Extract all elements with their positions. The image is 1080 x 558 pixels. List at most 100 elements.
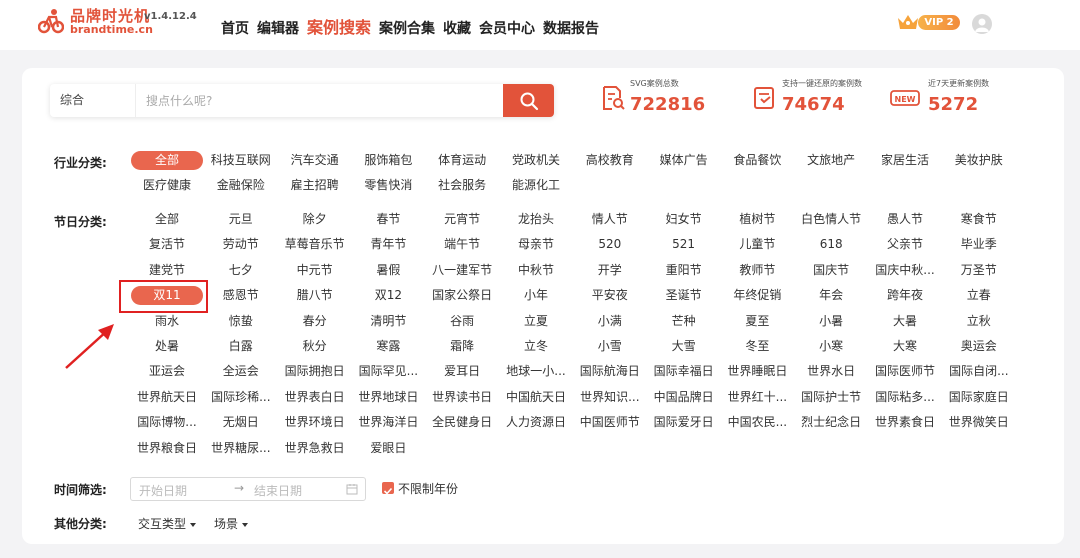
festival-tag[interactable]: 烈士纪念日 [795,413,867,432]
festival-tag[interactable]: 国际自闭... [943,362,1015,381]
festival-tag[interactable]: 愚人节 [869,210,941,229]
festival-tag[interactable]: 春节 [352,210,424,229]
festival-tag[interactable]: 世界微笑日 [943,413,1015,432]
nav-case-search[interactable]: 案例搜索 [307,14,371,38]
festival-tag[interactable]: 国际医师节 [869,362,941,381]
festival-tag[interactable]: 中国农民... [721,413,793,432]
festival-tag[interactable]: 父亲节 [869,235,941,254]
festival-tag[interactable]: 中秋节 [500,261,572,280]
festival-tag[interactable]: 春分 [279,312,351,331]
festival-tag[interactable]: 大雪 [648,337,720,356]
festival-tag[interactable]: 世界知识... [574,388,646,407]
festival-tag[interactable]: 世界水日 [795,362,867,381]
festival-tag[interactable]: 世界睡眠日 [721,362,793,381]
festival-tag[interactable]: 大暑 [869,312,941,331]
industry-tag[interactable]: 科技互联网 [205,151,277,170]
nav-member-center[interactable]: 会员中心 [479,18,535,38]
festival-tag[interactable]: 国庆中秋... [869,261,941,280]
festival-tag[interactable]: 劳动节 [205,235,277,254]
festival-tag[interactable]: 除夕 [279,210,351,229]
festival-tag[interactable]: 中国医师节 [574,413,646,432]
festival-tag[interactable]: 立春 [943,286,1015,305]
festival-tag[interactable]: 世界读书日 [426,388,498,407]
festival-tag[interactable]: 亚运会 [131,362,203,381]
industry-tag[interactable]: 社会服务 [426,176,498,195]
festival-tag[interactable]: 夏至 [721,312,793,331]
industry-tag[interactable]: 零售快消 [352,176,424,195]
festival-tag[interactable]: 妇女节 [648,210,720,229]
festival-tag[interactable]: 520 [574,235,646,254]
industry-tag[interactable]: 党政机关 [500,151,572,170]
festival-tag[interactable]: 元旦 [205,210,277,229]
festival-tag[interactable]: 爱耳日 [426,362,498,381]
festival-tag[interactable]: 霜降 [426,337,498,356]
festival-tag[interactable]: 国家公祭日 [426,286,498,305]
industry-tag[interactable]: 家居生活 [869,151,941,170]
festival-tag[interactable]: 七夕 [205,261,277,280]
festival-tag[interactable]: 世界海洋日 [352,413,424,432]
festival-tag[interactable]: 圣诞节 [648,286,720,305]
festival-tag[interactable]: 建党节 [131,261,203,280]
festival-tag[interactable]: 开学 [574,261,646,280]
festival-tag[interactable]: 世界粮食日 [131,439,203,458]
festival-tag[interactable]: 毕业季 [943,235,1015,254]
industry-tag[interactable]: 能源化工 [500,176,572,195]
festival-tag[interactable]: 世界表白日 [279,388,351,407]
festival-tag[interactable]: 万圣节 [943,261,1015,280]
industry-tag[interactable]: 媒体广告 [648,151,720,170]
festival-tag[interactable]: 复活节 [131,235,203,254]
industry-tag[interactable]: 美妆护肤 [943,151,1015,170]
festival-tag[interactable]: 世界糖尿... [205,439,277,458]
festival-tag[interactable]: 国际拥抱日 [279,362,351,381]
festival-tag[interactable]: 情人节 [574,210,646,229]
festival-tag[interactable]: 爱眼日 [352,439,424,458]
festival-tag[interactable]: 521 [648,235,720,254]
search-button[interactable] [503,84,554,117]
logo-bike-icon[interactable] [38,8,64,34]
nav-home[interactable]: 首页 [221,18,249,38]
festival-tag[interactable]: 重阳节 [648,261,720,280]
festival-tag[interactable]: 中国航天日 [500,388,572,407]
festival-tag[interactable]: 国际家庭日 [943,388,1015,407]
festival-tag[interactable]: 青年节 [352,235,424,254]
industry-tag[interactable]: 体育运动 [426,151,498,170]
festival-tag[interactable]: 八一建军节 [426,261,498,280]
festival-tag[interactable]: 国际珍稀... [205,388,277,407]
festival-tag[interactable]: 清明节 [352,312,424,331]
festival-tag[interactable]: 世界航天日 [131,388,203,407]
festival-tag[interactable]: 中国品牌日 [648,388,720,407]
end-date-input[interactable]: 结束日期 [254,482,302,499]
scene-dropdown[interactable]: 场景 [214,515,249,532]
festival-tag[interactable]: 小雪 [574,337,646,356]
festival-tag[interactable]: 雨水 [131,312,203,331]
festival-tag[interactable]: 教师节 [721,261,793,280]
festival-tag[interactable]: 立秋 [943,312,1015,331]
festival-tag[interactable]: 立夏 [500,312,572,331]
festival-tag[interactable]: 世界素食日 [869,413,941,432]
industry-tag[interactable]: 文旅地产 [795,151,867,170]
nav-case-collection[interactable]: 案例合集 [379,18,435,38]
festival-tag[interactable]: 处暑 [131,337,203,356]
festival-tag[interactable]: 无烟日 [205,413,277,432]
festival-tag[interactable]: 国际粘多... [869,388,941,407]
avatar[interactable] [972,14,992,34]
festival-tag[interactable]: 小暑 [795,312,867,331]
festival-tag[interactable]: 白露 [205,337,277,356]
festival-tag[interactable]: 小寒 [795,337,867,356]
festival-tag[interactable]: 草莓音乐节 [279,235,351,254]
festival-tag[interactable]: 冬至 [721,337,793,356]
vip-badge[interactable]: VIP 2 [896,12,964,32]
festival-tag[interactable]: 小年 [500,286,572,305]
festival-tag[interactable]: 惊蛰 [205,312,277,331]
festival-tag[interactable]: 感恩节 [205,286,277,305]
festival-tag[interactable]: 国际护士节 [795,388,867,407]
nav-editor[interactable]: 编辑器 [257,18,299,38]
interaction-type-dropdown[interactable]: 交互类型 [138,515,197,532]
festival-tag[interactable]: 人力资源日 [500,413,572,432]
search-input[interactable] [146,84,496,117]
festival-tag[interactable]: 母亲节 [500,235,572,254]
industry-tag[interactable]: 汽车交通 [279,151,351,170]
festival-tag[interactable]: 腊八节 [279,286,351,305]
industry-tag[interactable]: 雇主招聘 [279,176,351,195]
festival-tag[interactable]: 年会 [795,286,867,305]
